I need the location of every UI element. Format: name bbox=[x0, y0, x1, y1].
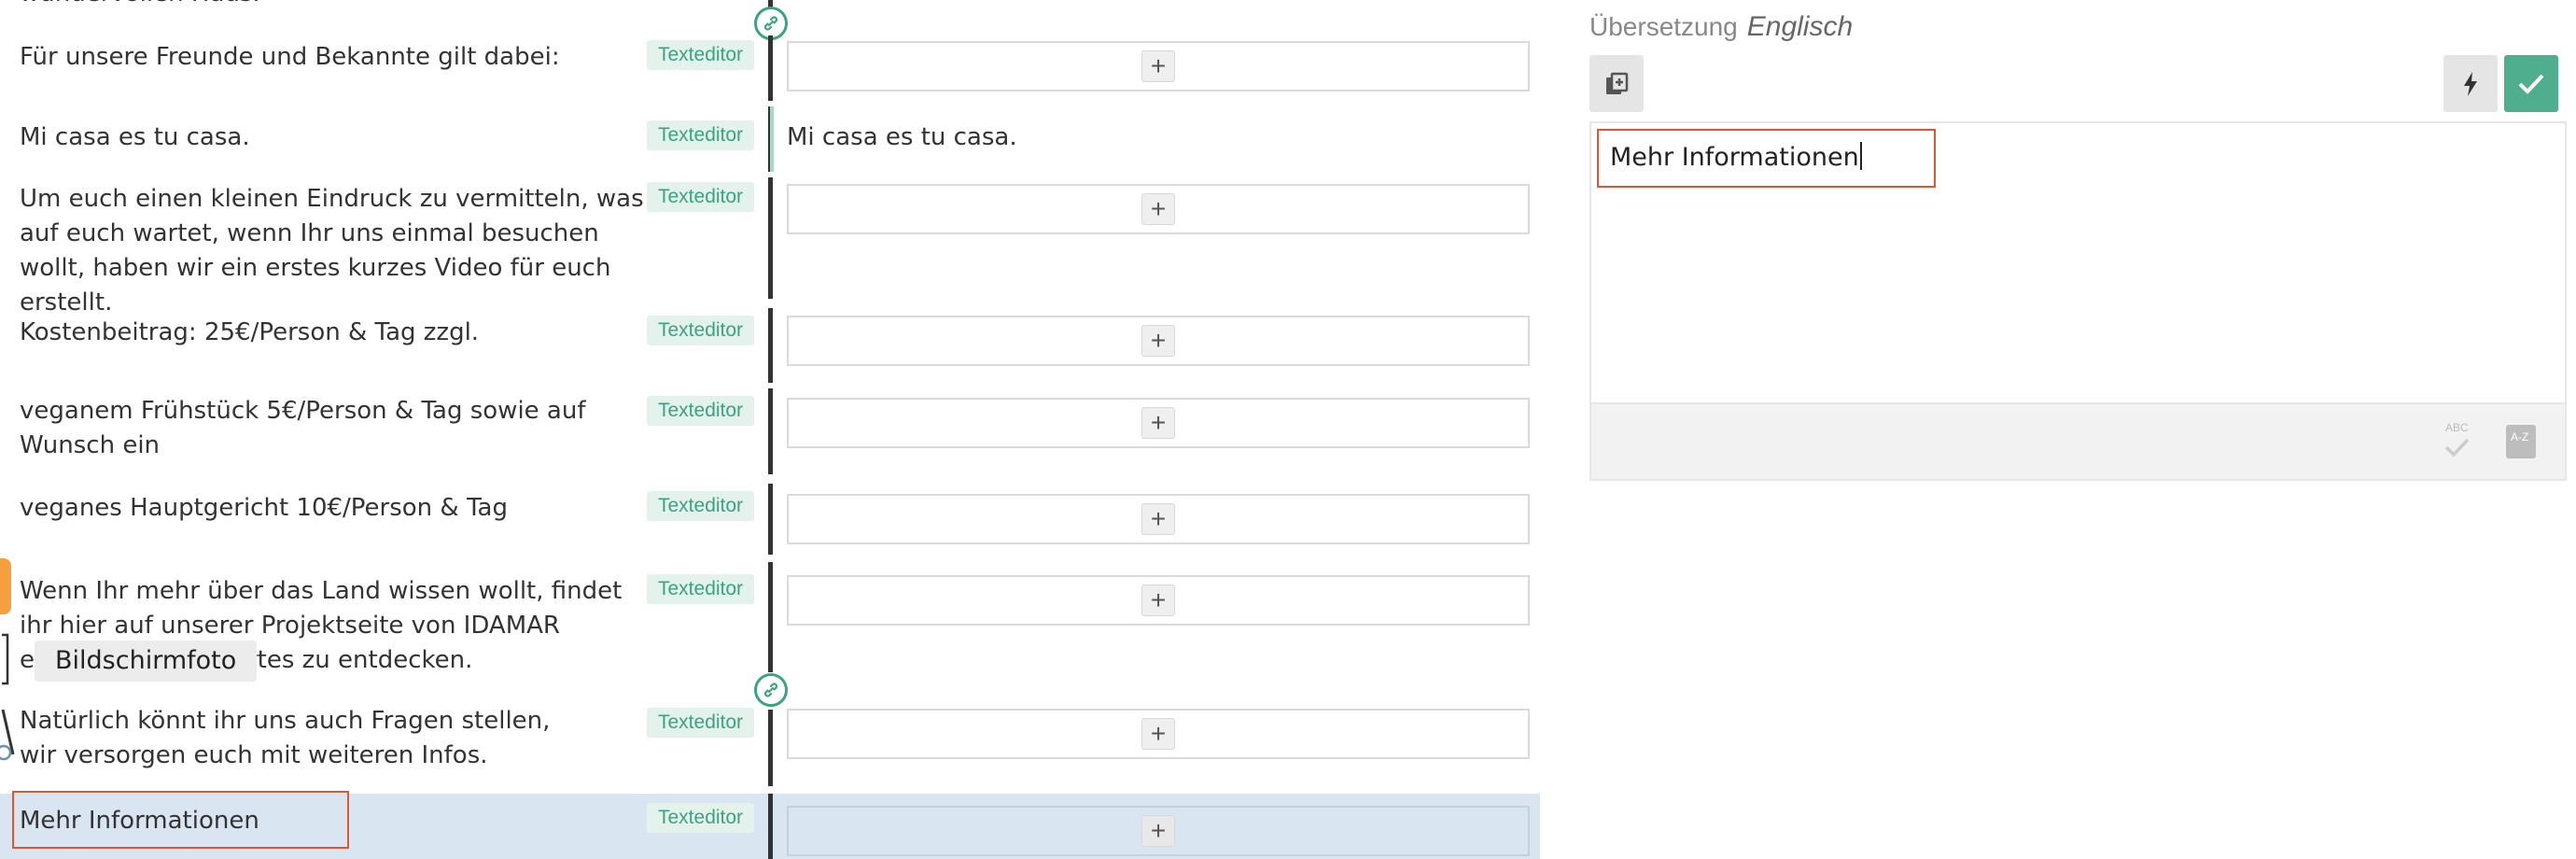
add-translation-button[interactable]: + bbox=[1141, 193, 1175, 225]
segment-row[interactable]: Für unsere Freunde und Bekannte gilt dab… bbox=[0, 35, 1540, 101]
texteditor-tag: Texteditor bbox=[647, 120, 755, 150]
source-text: Mi casa es tu casa. bbox=[20, 123, 250, 151]
divider bbox=[768, 308, 773, 383]
screenshot-tooltip: Bildschirmfoto bbox=[35, 641, 258, 682]
text-caret bbox=[1859, 142, 1862, 170]
target-field[interactable]: + bbox=[787, 494, 1530, 544]
source-text: veganes Hauptgericht 10€/Person & Tag bbox=[20, 494, 508, 522]
translation-header: Übersetzung Englisch bbox=[1589, 11, 1853, 43]
source-text: Kostenbeitrag: 25€/Person & Tag zzgl. bbox=[20, 318, 480, 346]
glossary-button[interactable]: A-Z bbox=[2506, 425, 2536, 458]
segment-row[interactable]: Mi casa es tu casa. Texteditor Mi casa e… bbox=[0, 106, 1540, 172]
spellcheck-button[interactable]: ABC bbox=[2439, 421, 2476, 462]
divider bbox=[768, 484, 773, 555]
copy-source-button[interactable] bbox=[1589, 55, 1644, 112]
target-field[interactable]: + bbox=[787, 575, 1530, 626]
texteditor-tag: Texteditor bbox=[647, 40, 755, 70]
source-text: Natürlich könnt ihr uns auch Fragen stel… bbox=[20, 707, 551, 769]
add-translation-button[interactable]: + bbox=[1141, 50, 1175, 82]
bracket-icon bbox=[2, 633, 9, 685]
divider bbox=[768, 562, 773, 672]
language-label: Englisch bbox=[1746, 11, 1854, 42]
target-field[interactable]: + bbox=[787, 41, 1530, 92]
add-translation-button[interactable]: + bbox=[1141, 815, 1175, 847]
confirm-button[interactable] bbox=[2504, 55, 2558, 112]
texteditor-tag: Texteditor bbox=[647, 396, 755, 426]
translation-editor[interactable]: Mehr Informationen bbox=[1589, 121, 2567, 404]
add-translation-button[interactable]: + bbox=[1141, 325, 1175, 357]
lightning-icon bbox=[2464, 71, 2477, 96]
magnifier-icon bbox=[0, 709, 15, 761]
texteditor-tag: Texteditor bbox=[647, 574, 755, 604]
segment-row[interactable]: Kostenbeitrag: 25€/Person & Tag zzgl. Te… bbox=[0, 308, 1540, 383]
segment-row[interactable]: Um euch einen kleinen Eindruck zu vermit… bbox=[0, 177, 1540, 317]
add-translation-button[interactable]: + bbox=[1141, 718, 1175, 750]
spellcheck-label: ABC bbox=[2445, 421, 2469, 434]
divider bbox=[768, 35, 773, 101]
texteditor-tag: Texteditor bbox=[647, 182, 755, 212]
add-translation-button[interactable]: + bbox=[1141, 407, 1175, 439]
copy-plus-icon bbox=[1606, 72, 1629, 94]
divider bbox=[768, 794, 773, 859]
translation-label: Übersetzung bbox=[1589, 12, 1738, 41]
selected-source-highlight bbox=[12, 791, 349, 849]
spellcheck-icon bbox=[2444, 438, 2470, 458]
side-tab[interactable] bbox=[0, 558, 11, 614]
source-text: Für unsere Freunde und Bekannte gilt dab… bbox=[20, 43, 560, 71]
source-text: Um euch einen kleinen Eindruck zu vermit… bbox=[20, 185, 644, 317]
texteditor-tag: Texteditor bbox=[647, 491, 755, 521]
add-translation-button[interactable]: + bbox=[1141, 503, 1175, 535]
editor-footer: ABC A-Z bbox=[1589, 404, 2567, 481]
target-field[interactable]: + bbox=[787, 184, 1530, 234]
segment-row[interactable]: veganes Hauptgericht 10€/Person & Tag Te… bbox=[0, 484, 1540, 555]
translated-indicator bbox=[770, 106, 774, 172]
texteditor-tag: Texteditor bbox=[647, 803, 755, 833]
divider bbox=[768, 177, 773, 299]
partial-source-text: wundervollen Haus. bbox=[20, 0, 260, 7]
source-text: veganem Frühstück 5€/Person & Tag sowie … bbox=[20, 397, 586, 459]
target-field[interactable]: + bbox=[787, 709, 1530, 759]
texteditor-tag: Texteditor bbox=[647, 316, 755, 345]
target-field[interactable]: + bbox=[787, 806, 1530, 856]
segment-row[interactable]: veganem Frühstück 5€/Person & Tag sowie … bbox=[0, 388, 1540, 474]
texteditor-tag: Texteditor bbox=[647, 708, 755, 738]
divider bbox=[768, 710, 773, 786]
target-field[interactable]: + bbox=[787, 316, 1530, 366]
translation-input-text: Mehr Informationen bbox=[1610, 143, 1859, 172]
translation-input[interactable]: Mehr Informationen bbox=[1597, 129, 1936, 188]
segment-row[interactable]: Natürlich könnt ihr uns auch Fragen stel… bbox=[0, 700, 1540, 786]
machine-translate-button[interactable] bbox=[2443, 55, 2498, 112]
target-text[interactable]: Mi casa es tu casa. bbox=[787, 120, 1017, 155]
target-field[interactable]: + bbox=[787, 398, 1530, 448]
divider bbox=[768, 388, 773, 474]
checkmark-icon bbox=[2518, 74, 2544, 94]
add-translation-button[interactable]: + bbox=[1141, 584, 1175, 616]
glossary-label: A-Z bbox=[2511, 430, 2529, 444]
